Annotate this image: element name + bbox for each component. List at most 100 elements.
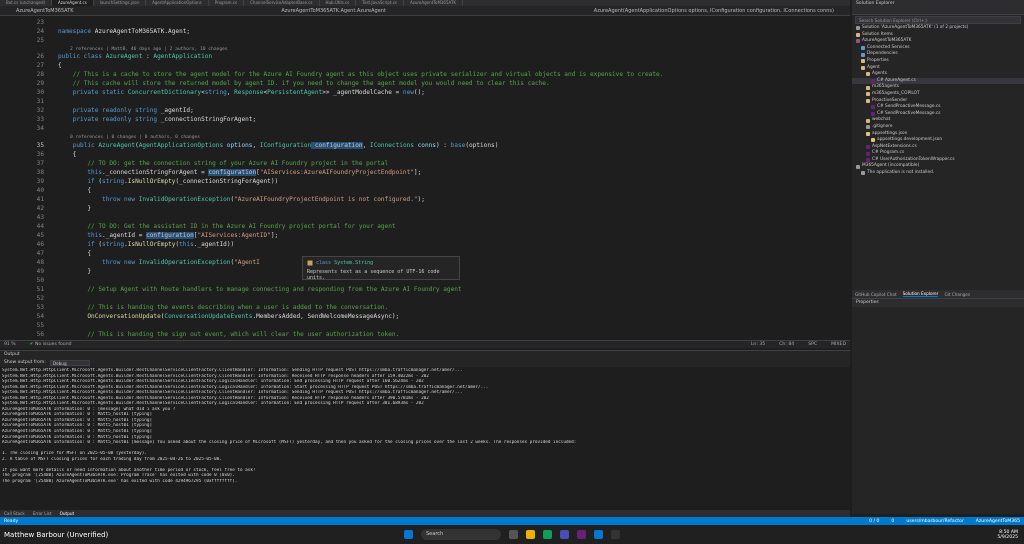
file-icon — [866, 125, 870, 130]
code-line: 35 public AzureAgent(AgentApplicationOpt… — [0, 141, 850, 150]
solution-tree-item[interactable]: appsettings.development.json — [852, 137, 1024, 144]
member-dropdown[interactable]: AzureAgent(AgentApplicationOptions optio… — [594, 8, 834, 14]
bottom-tool-tabs: Call Stack Error List Output — [0, 510, 850, 517]
issues-indicator[interactable]: ✔ No issues found — [30, 342, 72, 347]
bottom-tab[interactable]: Output — [60, 511, 75, 516]
file-icon — [871, 79, 875, 84]
solution-tree-item[interactable]: Properties — [852, 58, 1024, 65]
right-panel-tab[interactable]: Git Changes — [944, 292, 970, 297]
file-icon — [861, 65, 865, 70]
code-text: } — [58, 267, 92, 275]
file-icon — [866, 118, 870, 123]
code-text: throw new InvalidOperationException("Age… — [102, 258, 260, 266]
code-text: // TO DO: get the connection string of y… — [87, 159, 389, 167]
edge-icon[interactable] — [543, 530, 552, 539]
start-icon[interactable] — [404, 530, 413, 539]
whitespace-indicator[interactable]: SPC — [808, 342, 817, 347]
code-line: 28 // This is a cache to store the agent… — [0, 70, 850, 79]
class-icon — [307, 260, 313, 266]
tooltip-keyword: class — [316, 260, 332, 266]
line-number: 29 — [36, 80, 44, 88]
line-number: 45 — [36, 231, 44, 239]
status-item[interactable]: 0 / 0 — [869, 519, 879, 524]
right-panel-tab[interactable]: Solution Explorer — [902, 291, 939, 297]
solution-explorer-toolbar[interactable] — [852, 7, 1024, 15]
file-icon — [866, 98, 870, 103]
solution-tree-item[interactable]: Dependencies — [852, 51, 1024, 58]
properties-panel: Properties — [852, 298, 1024, 514]
status-item[interactable]: 0 — [891, 519, 894, 524]
line-number: 35 — [36, 141, 44, 149]
solution-tree-item[interactable]: .gitignore — [852, 124, 1024, 131]
tree-item-label: .gitignore — [872, 123, 893, 129]
bottom-tab[interactable]: Call Stack — [4, 511, 25, 516]
line-number: 31 — [36, 98, 44, 106]
solution-tree-item[interactable]: m365agents_COPILOT — [852, 91, 1024, 98]
line-number: 27 — [36, 62, 44, 70]
solution-tree-item[interactable]: AzureAgentToM365ATK — [852, 38, 1024, 45]
code-line: 38 this._connectionStringForAgent = conf… — [0, 168, 850, 177]
line-ending-indicator[interactable]: MIXED — [831, 342, 846, 347]
output-source-dropdown[interactable]: Debug — [49, 359, 90, 366]
file-explorer-icon[interactable] — [526, 530, 535, 539]
code-line: 34 — [0, 124, 850, 133]
solution-tree-item[interactable]: webchat — [852, 117, 1024, 124]
outlook-icon[interactable] — [594, 530, 603, 539]
navigation-bar: AzureAgentToM365ATK AzureAgentToM365ATK.… — [0, 6, 850, 16]
solution-tree-item[interactable]: Agents — [852, 71, 1024, 78]
line-number: 28 — [36, 71, 44, 79]
status-item[interactable]: users/mbarbour/Refactor — [906, 519, 963, 524]
clock-date: 5/9/2025 — [997, 534, 1018, 540]
code-line: 53 // This is handing the events describ… — [0, 303, 850, 312]
file-icon — [866, 151, 870, 156]
line-number: 32 — [36, 107, 44, 115]
window-caption-user: Matthew Barbour (Unverified) — [4, 530, 109, 539]
file-icon — [861, 171, 865, 176]
visual-studio-icon[interactable] — [577, 530, 586, 539]
properties-title: Properties — [852, 299, 1024, 307]
code-text: OnConversationUpdate(ConversationUpdateE… — [87, 312, 400, 320]
code-line: 30 private static ConcurrentDictionary<s… — [0, 88, 850, 97]
solution-tree-item[interactable]: Solution 'AzureAgentToM365ATK' (1 of 2 p… — [852, 25, 1024, 32]
codelens[interactable]: 2 references | MattB, 46 days ago | 2 au… — [70, 47, 228, 52]
tree-item-label: webchat — [872, 117, 891, 123]
line-number: 42 — [36, 204, 44, 212]
solution-explorer-title: Solution Explorer — [852, 0, 1024, 7]
code-line: 52 — [0, 294, 850, 303]
line-number: 49 — [36, 267, 44, 275]
solution-tree-item[interactable]: The application is not installed. — [852, 170, 1024, 177]
file-icon — [856, 164, 860, 169]
zoom-level[interactable]: 91 % — [4, 342, 16, 347]
taskbar-center: Search — [250, 529, 774, 540]
type-dropdown[interactable]: AzureAgentToM365ATK.Agent.AzureAgent — [281, 8, 386, 14]
teams-icon[interactable] — [560, 530, 569, 539]
code-text: { — [58, 249, 92, 257]
solution-tree-item[interactable]: C# SendProactiveMessage.cs — [852, 104, 1024, 111]
taskbar-clock[interactable]: 8:50 AM 5/9/2025 — [774, 530, 1024, 540]
code-line: 27 { — [0, 61, 850, 70]
codelens[interactable]: 0 references | 0 changes | 0 authors, 0 … — [70, 135, 200, 140]
code-text: { — [58, 150, 77, 158]
solution-explorer-search[interactable]: Search Solution Explorer (Ctrl+;) — [855, 16, 1021, 24]
status-item[interactable]: AzureAgentToM365 — [976, 519, 1020, 524]
file-icon — [866, 72, 870, 77]
project-dropdown[interactable]: AzureAgentToM365ATK — [16, 8, 74, 14]
code-editor[interactable]: 23 24 namespace AzureAgentToM365ATK.Agent;… — [0, 16, 850, 340]
line-number: 24 — [36, 28, 44, 35]
file-icon — [861, 59, 865, 64]
taskbar-search[interactable]: Search — [421, 529, 501, 540]
bottom-tab[interactable]: Error List — [33, 511, 52, 516]
code-line: 24 namespace AzureAgentToM365ATK.Agent; — [0, 27, 850, 36]
solution-explorer-panel: Solution Explorer Search Solution Explor… — [852, 0, 1024, 300]
line-number: 43 — [36, 213, 44, 221]
solution-tree-item[interactable]: m365agents — [852, 84, 1024, 91]
task-view-icon[interactable] — [509, 530, 518, 539]
tooltip-description: Represents text as a sequence of UTF-16 … — [307, 269, 440, 281]
terminal-icon[interactable] — [611, 530, 620, 539]
solution-tree-item[interactable]: C# Program.cs — [852, 150, 1024, 157]
code-line: 26 public class AzureAgent : AgentApplica… — [0, 52, 850, 61]
code-line: 44 // TO DO: Get the assistant ID in the… — [0, 222, 850, 231]
code-line: 31 — [0, 97, 850, 106]
output-toolbar: Show output from: Debug — [0, 358, 850, 367]
right-panel-tab[interactable]: GitHub Copilot Chat — [855, 292, 897, 297]
